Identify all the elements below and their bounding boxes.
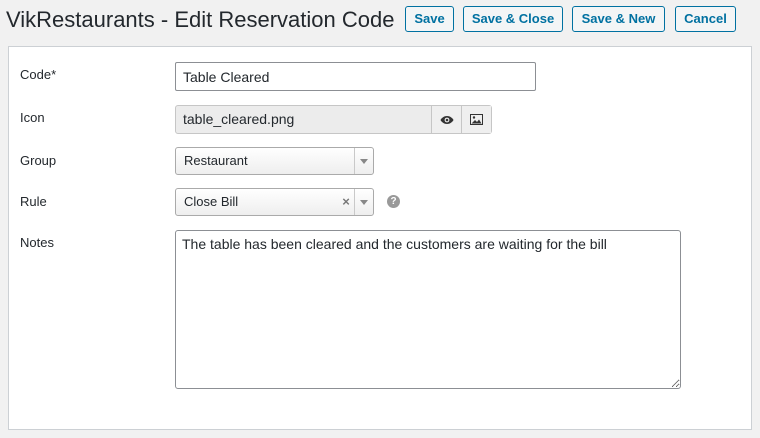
group-label: Group — [20, 153, 57, 168]
icon-filename: table_cleared.png — [183, 111, 295, 127]
save-close-button[interactable]: Save & Close — [463, 6, 563, 32]
question-circle-icon[interactable]: ? — [387, 195, 400, 208]
rule-select[interactable]: Close Bill × — [175, 188, 374, 216]
page-header: VikRestaurants - Edit Reservation Code S… — [0, 0, 760, 44]
chevron-down-icon[interactable] — [354, 148, 373, 174]
image-icon[interactable] — [461, 106, 491, 133]
code-input[interactable] — [175, 62, 536, 91]
icon-field: table_cleared.png — [175, 105, 492, 134]
notes-label: Notes — [20, 235, 54, 250]
group-select-value: Restaurant — [184, 153, 248, 168]
page-title: VikRestaurants - Edit Reservation Code — [6, 7, 395, 32]
code-label: Code* — [20, 67, 57, 82]
save-button[interactable]: Save — [405, 6, 454, 32]
edit-form-panel: Code* Icon table_cleared.png Group Resta… — [8, 46, 752, 430]
eye-icon[interactable] — [431, 106, 461, 133]
rule-label: Rule — [20, 194, 47, 209]
chevron-down-icon[interactable] — [354, 189, 373, 215]
group-select[interactable]: Restaurant — [175, 147, 374, 175]
icon-label: Icon — [20, 110, 45, 125]
save-new-button[interactable]: Save & New — [572, 6, 665, 32]
cancel-button[interactable]: Cancel — [675, 6, 736, 32]
rule-select-value: Close Bill — [184, 194, 239, 209]
clear-icon[interactable]: × — [338, 189, 354, 215]
notes-textarea[interactable]: The table has been cleared and the custo… — [175, 230, 681, 389]
